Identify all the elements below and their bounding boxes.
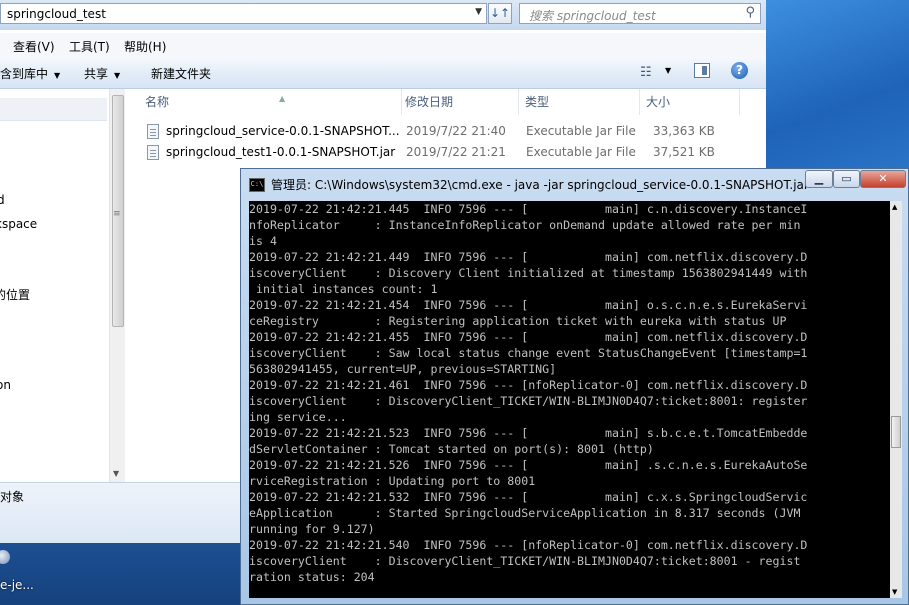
column-date[interactable]: 修改日期 xyxy=(399,89,519,115)
jar-file-icon xyxy=(147,124,159,139)
column-date-label: 修改日期 xyxy=(405,95,454,109)
console-line: 2019-07-22 21:42:21.455 INFO 7596 --- [ … xyxy=(249,330,808,344)
chevron-down-icon[interactable]: ▼ xyxy=(665,66,671,75)
desktop-background xyxy=(766,0,909,172)
minimize-button[interactable]: ▁ xyxy=(805,170,833,188)
chevron-down-icon: ▼ xyxy=(114,71,121,80)
column-size-label: 大小 xyxy=(646,95,671,109)
menu-help[interactable]: 帮助(H) xyxy=(124,38,166,55)
console-line: 563802941455, current=UP, previous=START… xyxy=(249,362,557,376)
include-library-button[interactable]: 包含到库中 ▼ xyxy=(0,65,60,82)
console-line: 2019-07-22 21:42:21.540 INFO 7596 --- [n… xyxy=(249,538,808,552)
file-row[interactable]: springcloud_test1-0.0.1-SNAPSHOT.jar 201… xyxy=(145,142,745,163)
chevron-up-icon[interactable]: ▲ xyxy=(892,203,897,211)
console-line: 2019-07-22 21:42:21.445 INFO 7596 --- [ … xyxy=(249,202,808,216)
file-type: Executable Jar File xyxy=(526,145,636,159)
nav-item[interactable]: on xyxy=(0,378,11,392)
console-line: 2019-07-22 21:42:21.461 INFO 7596 --- [n… xyxy=(249,378,808,392)
console-scrollbar[interactable]: ▲ ▼ xyxy=(890,201,902,598)
cmd-window-title: 管理员: C:\Windows\system32\cmd.exe - java … xyxy=(271,178,809,192)
column-type-label: 类型 xyxy=(525,95,550,109)
nav-item[interactable]: d xyxy=(0,193,5,207)
console-line: eApplication : Started SpringcloudServic… xyxy=(249,506,801,520)
console-line: dServletContainer : Tomcat started on po… xyxy=(249,442,654,456)
menu-tools[interactable]: 工具(T) xyxy=(69,38,110,55)
taskbar-app-label[interactable]: e-je... xyxy=(0,578,34,592)
sort-up-icon: ▲ xyxy=(279,94,286,103)
navigation-pane: d kspace 的位置 on ≡ ▼ xyxy=(0,89,125,482)
jar-file-icon xyxy=(147,145,159,160)
scrollbar-thumb[interactable] xyxy=(891,416,901,448)
maximize-icon: ▭ xyxy=(841,172,852,185)
console-line: 2019-07-22 21:42:21.526 INFO 7596 --- [ … xyxy=(249,458,808,472)
share-button[interactable]: 共享 ▼ xyxy=(84,65,120,82)
console-line: iscoveryClient : DiscoveryClient_TICKET/… xyxy=(249,554,801,568)
chevron-down-icon[interactable]: ▼ xyxy=(113,469,119,478)
column-name[interactable]: 名称 ▲ xyxy=(139,89,402,115)
preview-pane-icon[interactable] xyxy=(694,63,710,78)
chevron-down-icon[interactable]: ▼ xyxy=(892,588,897,596)
file-size: 33,363 KB xyxy=(653,124,715,138)
nav-item[interactable]: kspace xyxy=(0,217,37,231)
file-date: 2019/7/22 21:40 xyxy=(406,124,506,138)
command-bar: 包含到库中 ▼ 共享 ▼ 新建文件夹 ☷ ▼ ? xyxy=(0,57,766,89)
console-line: nfoReplicator : InstanceInfoReplicator o… xyxy=(249,218,801,232)
close-icon: ✕ xyxy=(878,172,888,185)
cmd-window: C:\ 管理员: C:\Windows\system32\cmd.exe - j… xyxy=(240,168,909,605)
help-icon[interactable]: ? xyxy=(731,62,748,79)
address-row: springcloud_test ▼ ↓↑ 搜索 springcloud_tes… xyxy=(0,0,766,30)
console-output[interactable]: 2019-07-22 21:42:21.445 INFO 7596 --- [ … xyxy=(249,201,890,598)
console-line: 2019-07-22 21:42:21.449 INFO 7596 --- [ … xyxy=(249,250,808,264)
views-icon[interactable]: ☷ xyxy=(640,65,652,80)
console-line: 2019-07-22 21:42:21.532 INFO 7596 --- [ … xyxy=(249,490,808,504)
minimize-icon: ▁ xyxy=(814,172,824,185)
menu-view[interactable]: 查看(V) xyxy=(13,38,55,55)
new-folder-label: 新建文件夹 xyxy=(151,67,212,81)
address-bar[interactable]: springcloud_test ▼ xyxy=(0,3,487,24)
search-placeholder: 搜索 springcloud_test xyxy=(529,9,656,23)
file-name: springcloud_test1-0.0.1-SNAPSHOT.jar xyxy=(166,145,396,159)
console-line: is 4 xyxy=(249,234,277,248)
file-type: Executable Jar File xyxy=(526,124,636,138)
chevron-down-icon: ▼ xyxy=(54,71,61,80)
status-text: 对象 xyxy=(0,490,25,504)
file-row[interactable]: springcloud_service-0.0.1-SNAPSHOT... 20… xyxy=(145,121,745,142)
console-line: 2019-07-22 21:42:21.523 INFO 7596 --- [ … xyxy=(249,426,808,440)
column-name-label: 名称 xyxy=(145,95,170,109)
console-line: ration status: 204 xyxy=(249,570,375,584)
console-line: initial instances count: 1 xyxy=(249,282,438,296)
console-line: rviceRegistration : Updating port to 800… xyxy=(249,474,536,488)
search-icon[interactable]: ⚲ xyxy=(745,5,755,20)
nav-header xyxy=(0,98,107,121)
include-library-label: 包含到库中 xyxy=(0,67,49,81)
nav-item[interactable]: 的位置 xyxy=(0,286,30,303)
share-label: 共享 xyxy=(84,67,109,81)
new-folder-button[interactable]: 新建文件夹 xyxy=(151,65,211,82)
close-button[interactable]: ✕ xyxy=(860,170,906,188)
search-input[interactable]: 搜索 springcloud_test ⚲ xyxy=(519,3,761,24)
console-line: running for 9.127) xyxy=(249,522,375,536)
column-type[interactable]: 类型 xyxy=(519,89,640,115)
maximize-button[interactable]: ▭ xyxy=(833,170,860,188)
console-line: 2019-07-22 21:42:21.454 INFO 7596 --- [ … xyxy=(249,298,808,312)
menu-bar: 查看(V) 工具(T) 帮助(H) xyxy=(0,33,766,57)
file-name: springcloud_service-0.0.1-SNAPSHOT... xyxy=(166,124,400,138)
file-size: 37,521 KB xyxy=(653,145,715,159)
console-line: ing service... xyxy=(249,410,347,424)
file-date: 2019/7/22 21:21 xyxy=(406,145,506,159)
nav-scrollbar[interactable]: ≡ ▼ xyxy=(109,89,125,482)
taskbar-area xyxy=(0,542,242,605)
refresh-button[interactable]: ↓↑ xyxy=(488,3,512,24)
refresh-icon: ↓↑ xyxy=(489,6,511,20)
console-line: ceRegistry : Registering application tic… xyxy=(249,314,787,328)
address-text: springcloud_test xyxy=(7,7,106,21)
console-line: iscoveryClient : DiscoveryClient_TICKET/… xyxy=(249,394,808,408)
console-line: iscoveryClient : Discovery Client initia… xyxy=(249,266,808,280)
grip-icon: ≡ xyxy=(113,209,121,219)
chevron-down-icon[interactable]: ▼ xyxy=(475,7,482,17)
console-line: iscoveryClient : Saw local status change… xyxy=(249,346,808,360)
console-text: 2019-07-22 21:42:21.445 INFO 7596 --- [ … xyxy=(249,201,890,585)
column-size[interactable]: 大小 xyxy=(640,89,740,115)
cmd-icon: C:\ xyxy=(249,178,265,192)
